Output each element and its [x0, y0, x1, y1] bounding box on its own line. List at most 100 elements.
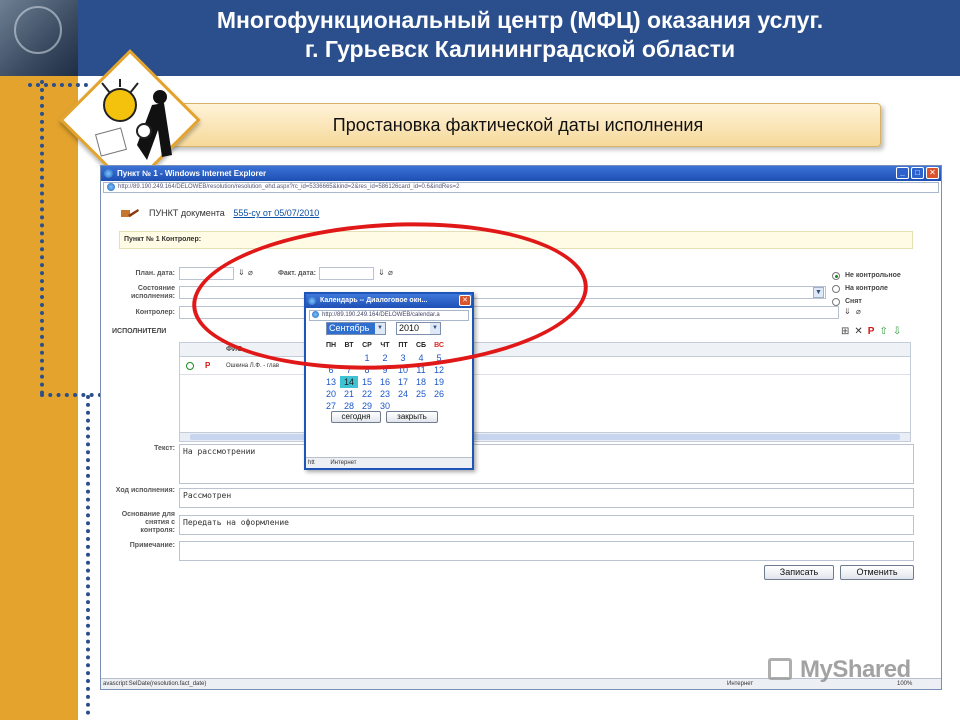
text-field[interactable]: На рассмотрении: [179, 444, 914, 484]
calendar-status-text: htt: [308, 460, 315, 466]
control-status-radios: Не контрольное На контроле Снят: [832, 269, 901, 308]
subtitle-text: Простановка фактической даты исполнения: [332, 115, 704, 135]
window-controls: _ □ ✕: [896, 167, 939, 179]
table-row[interactable]: P Ошкина Л.Ф. - глав: [180, 357, 910, 375]
dotted-line-decor: [28, 83, 88, 87]
calendar-url: http://89.190.249.164/DELOWEB/calendar.a: [322, 312, 440, 318]
chevron-down-icon[interactable]: ▼: [430, 323, 440, 334]
address-bar[interactable]: http://89.190.249.164/DELOWEB/resolution…: [103, 182, 939, 193]
day-cell[interactable]: 7: [340, 364, 358, 376]
day-cell[interactable]: 19: [430, 376, 448, 388]
day-cell[interactable]: 14: [340, 376, 358, 388]
eraser-icon[interactable]: ⌀: [248, 268, 253, 277]
day-cell[interactable]: 13: [322, 376, 340, 388]
browser-title: Пункт № 1 - Windows Internet Explorer: [117, 169, 267, 178]
today-button[interactable]: сегодня: [331, 411, 381, 423]
note-field[interactable]: [179, 541, 914, 561]
document-link[interactable]: 555-су от 05/07/2010: [233, 208, 319, 218]
weekday-header-row: ПН ВТ СР ЧТ ПТ СБ ВС: [322, 340, 448, 352]
day-cell[interactable]: 22: [358, 388, 376, 400]
cancel-button[interactable]: Отменить: [840, 565, 914, 580]
close-icon[interactable]: ✕: [459, 295, 471, 306]
empty-day-cell: [340, 352, 358, 364]
week-row: 13 14 15 16 17 18 19: [322, 376, 448, 388]
fact-date-input[interactable]: [319, 267, 374, 280]
eraser-icon[interactable]: ⌀: [856, 307, 861, 316]
security-zone: Интернет: [727, 681, 754, 687]
day-cell[interactable]: 15: [358, 376, 376, 388]
ie-logo-icon: [308, 297, 316, 305]
browser-titlebar: Пункт № 1 - Windows Internet Explorer _ …: [101, 166, 941, 181]
day-cell[interactable]: 25: [412, 388, 430, 400]
basis-field[interactable]: Передать на оформление: [179, 515, 914, 535]
day-cell[interactable]: 6: [322, 364, 340, 376]
left-accent-strip: [0, 0, 78, 720]
row-radio-icon[interactable]: [186, 362, 194, 370]
chevron-down-icon[interactable]: ▼: [813, 287, 824, 298]
close-calendar-button[interactable]: закрыть: [386, 411, 438, 423]
day-cell[interactable]: 5: [430, 352, 448, 364]
radio-not-controlled[interactable]: Не контрольное: [832, 269, 901, 282]
day-cell[interactable]: 16: [376, 376, 394, 388]
day-cell[interactable]: 17: [394, 376, 412, 388]
save-button[interactable]: Записать: [764, 565, 834, 580]
day-cell[interactable]: 10: [394, 364, 412, 376]
close-icon[interactable]: ✕: [926, 167, 939, 179]
document-header: ПУНКТ документа 555-су от 05/07/2010: [149, 208, 319, 218]
eraser-icon[interactable]: ⌀: [388, 268, 393, 277]
month-select[interactable]: Сентябрь ▼: [326, 322, 386, 335]
calendar-pick-icon[interactable]: ⇓: [378, 268, 385, 277]
dotted-line-decor: [40, 80, 44, 395]
day-cell[interactable]: 11: [412, 364, 430, 376]
arrow-up-icon[interactable]: ⇧: [879, 326, 887, 337]
day-cell[interactable]: 9: [376, 364, 394, 376]
radio-dot[interactable]: [832, 271, 840, 280]
select-person-icon[interactable]: ⇓: [844, 307, 851, 316]
progress-field[interactable]: Рассмотрен: [179, 488, 914, 508]
state-select[interactable]: [179, 286, 826, 299]
worker-clipart-icon: [94, 79, 172, 160]
day-cell[interactable]: 24: [394, 388, 412, 400]
calendar-statusbar: htt Интернет: [306, 457, 472, 468]
year-select[interactable]: 2010 ▼: [396, 322, 441, 335]
day-cell[interactable]: 18: [412, 376, 430, 388]
calendar-pick-icon[interactable]: ⇓: [238, 268, 245, 277]
dotted-line-decor: [40, 393, 102, 397]
day-cell[interactable]: 1: [358, 352, 376, 364]
calendar-address-bar[interactable]: http://89.190.249.164/DELOWEB/calendar.a: [309, 310, 469, 321]
day-cell[interactable]: 8: [358, 364, 376, 376]
day-cell[interactable]: 23: [376, 388, 394, 400]
radio-dot[interactable]: [832, 284, 840, 293]
address-url: http://89.190.249.164/DELOWEB/resolution…: [118, 184, 460, 190]
day-cell[interactable]: 3: [394, 352, 412, 364]
chevron-down-icon[interactable]: ▼: [375, 323, 385, 334]
watermark-text: MyShared: [800, 656, 911, 683]
radio-on-control[interactable]: На контроле: [832, 282, 901, 295]
arrow-down-icon[interactable]: ⇩: [893, 326, 901, 337]
scrollbar-thumb[interactable]: [190, 434, 900, 440]
calendar-titlebar: Календарь -- Диалоговое окн... ✕: [306, 294, 472, 308]
horizontal-scrollbar[interactable]: [180, 432, 910, 441]
delete-executor-icon[interactable]: ✕: [854, 326, 862, 337]
minimize-icon[interactable]: _: [896, 167, 909, 179]
add-executor-icon[interactable]: ⊞: [841, 326, 849, 337]
weekday-label: ЧТ: [380, 342, 390, 349]
weekday-label: ВС: [434, 342, 444, 349]
day-cell[interactable]: 4: [412, 352, 430, 364]
document-label: ПУНКТ документа: [149, 208, 225, 218]
day-cell[interactable]: 2: [376, 352, 394, 364]
radio-label: На контроле: [845, 285, 888, 292]
day-cell[interactable]: 26: [430, 388, 448, 400]
weekday-label: ВТ: [344, 342, 354, 349]
controller-input[interactable]: [179, 306, 839, 319]
day-cell[interactable]: 12: [430, 364, 448, 376]
radio-dot[interactable]: [832, 297, 840, 306]
flag-icon[interactable]: P: [868, 326, 875, 337]
corner-photo: [0, 0, 78, 76]
maximize-icon[interactable]: □: [911, 167, 924, 179]
day-cell[interactable]: 20: [322, 388, 340, 400]
subtitle-ribbon: Простановка фактической даты исполнения: [155, 103, 881, 147]
plan-date-input[interactable]: [179, 267, 234, 280]
radio-removed[interactable]: Снят: [832, 295, 901, 308]
day-cell[interactable]: 21: [340, 388, 358, 400]
